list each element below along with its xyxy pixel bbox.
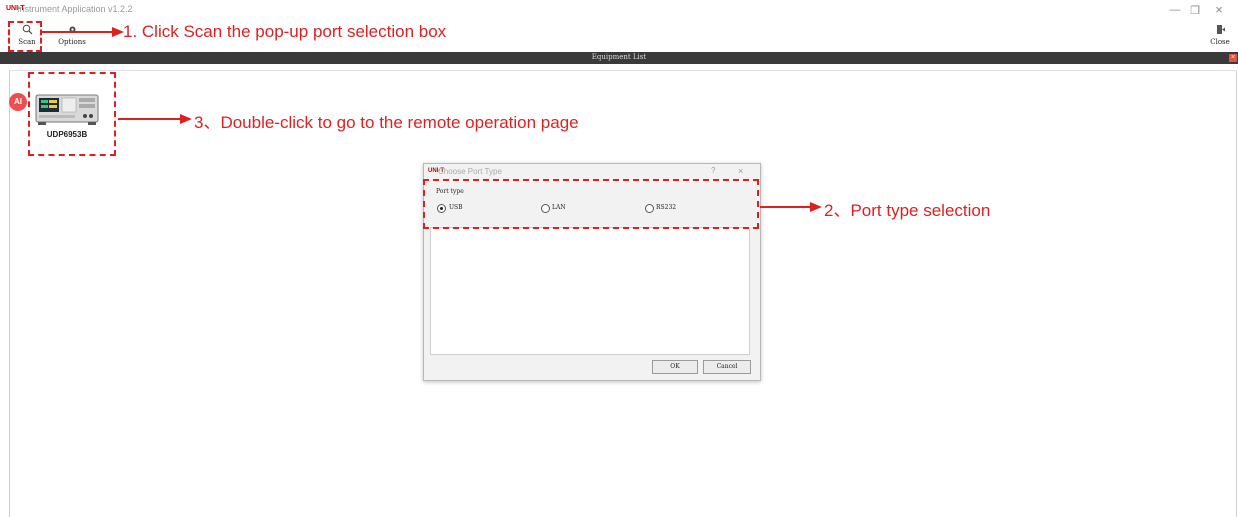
annotation-step-1: 1. Click Scan the pop-up port selection … xyxy=(123,22,447,41)
title-bar xyxy=(0,0,1238,22)
ai-badge[interactable]: AI xyxy=(9,93,27,111)
dialog-help-button[interactable]: ? xyxy=(711,166,715,175)
restore-button[interactable]: ❐ xyxy=(1188,4,1202,17)
annotation-arrow-1 xyxy=(40,27,124,37)
window-title: Instrument Application v1.2.2 xyxy=(17,4,133,14)
cancel-button[interactable]: Cancel xyxy=(703,360,751,374)
dialog-close-button[interactable]: × xyxy=(738,166,743,176)
minimize-button[interactable]: — xyxy=(1168,4,1182,16)
dialog-content-area xyxy=(430,227,750,355)
window-close-button[interactable]: × xyxy=(1212,2,1226,17)
exit-door-icon xyxy=(1208,24,1232,38)
annotation-step-2: 2、Port type selection xyxy=(824,201,991,220)
annotation-box-scan xyxy=(8,21,42,52)
annotation-arrow-2 xyxy=(760,202,822,212)
equipment-list-title: Equipment List xyxy=(591,53,647,61)
close-button[interactable]: Close xyxy=(1208,24,1232,46)
annotation-step-3: 3、Double-click to go to the remote opera… xyxy=(194,113,579,132)
close-label: Close xyxy=(1210,38,1230,46)
dialog-title: Choose Port Type xyxy=(438,167,502,176)
annotation-arrow-3 xyxy=(118,114,192,124)
annotation-box-device xyxy=(28,72,116,156)
ok-button[interactable]: OK xyxy=(652,360,698,374)
options-label: Options xyxy=(58,38,86,46)
equipment-list-close-button[interactable]: × xyxy=(1229,54,1237,62)
annotation-box-port-type xyxy=(423,179,759,229)
